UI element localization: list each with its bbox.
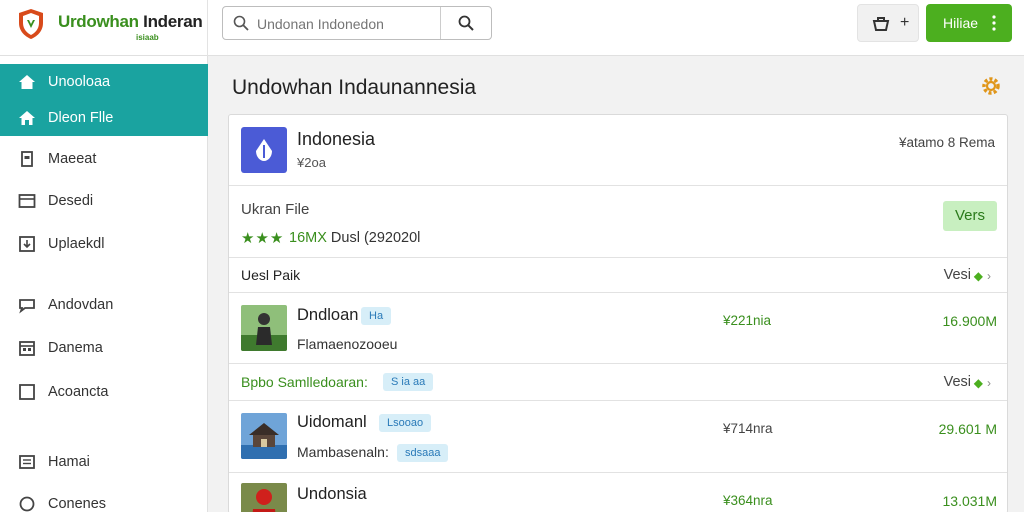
home-icon — [19, 75, 35, 89]
section-heading: Uesl Paik — [241, 267, 301, 283]
chevron-right-icon[interactable]: › — [987, 376, 995, 390]
sidebar-item-home[interactable]: Unooloaa — [0, 64, 208, 100]
item-tag: Lsooao — [379, 414, 432, 432]
chat-icon — [19, 299, 35, 314]
window-icon — [18, 194, 36, 208]
item-thumbnail[interactable] — [241, 483, 287, 512]
section-heading: Bpbo Samlledoaran: — [241, 374, 368, 390]
item-price: ¥221nia — [723, 313, 772, 328]
sidebar-item-label: Maeeat — [48, 151, 97, 167]
sidebar-item-label: Hamai — [48, 454, 90, 470]
sidebar-item-list[interactable]: Hamai — [0, 444, 208, 480]
item-size: 29.601 M — [938, 421, 997, 437]
checkbox-icon — [19, 384, 35, 400]
section-sort-label[interactable]: Vesi — [944, 374, 971, 390]
search-button[interactable] — [441, 7, 491, 39]
divider — [229, 472, 1007, 473]
sidebar-item-files[interactable]: Dleon Flle — [0, 100, 208, 136]
sidebar-item-accounts[interactable]: Acoancta — [0, 374, 208, 410]
item-name[interactable]: Undonsia — [297, 485, 367, 504]
person-image — [241, 483, 287, 512]
search-input[interactable] — [257, 13, 453, 35]
page-title: Undowhan Indaunannesia — [232, 76, 477, 99]
search-bar — [222, 6, 492, 40]
sidebar-item-contacts[interactable]: Conenes — [0, 486, 208, 512]
sort-icon[interactable]: ◆ — [974, 376, 987, 390]
item-subtitle: Mambasenaln: — [297, 444, 389, 460]
item-name[interactable]: Dndloan — [297, 306, 358, 325]
gear-icon[interactable] — [980, 75, 1002, 97]
sidebar-item-window[interactable]: Desedi — [0, 183, 208, 219]
sidebar-item-document[interactable]: Maeeat — [0, 141, 208, 177]
content-card: Indonesia ¥2oa ¥atamo 8 Rema Ukran File … — [228, 114, 1008, 512]
app-price: ¥2oa — [297, 155, 326, 170]
top-bar: Urdowhan Inderan isiaab + Hiliae — [0, 0, 1024, 56]
divider — [229, 292, 1007, 293]
sidebar-item-calendar[interactable]: Danema — [0, 330, 208, 366]
section-sort-label[interactable]: Vesi — [944, 267, 971, 283]
cart-button[interactable]: + — [857, 4, 919, 42]
sidebar-item-label: Danema — [48, 340, 103, 356]
divider — [229, 363, 1007, 364]
upload-icon — [19, 236, 35, 252]
sidebar-item-label: Dleon Flle — [48, 110, 114, 126]
app-icon — [241, 127, 287, 173]
home-outline-icon — [19, 111, 35, 125]
shield-logo-icon — [19, 9, 43, 39]
chevron-right-icon[interactable]: › — [987, 269, 995, 283]
file-title: Ukran File — [241, 201, 310, 218]
sidebar-item-label: Uplaekdl — [48, 236, 105, 252]
rating-text: 16MX Dusl (292020l — [289, 230, 421, 246]
sidebar-item-label: Acoancta — [48, 384, 109, 400]
cart-plus-label: + — [900, 14, 910, 31]
cart-icon — [872, 17, 890, 31]
house-image — [241, 413, 287, 459]
item-thumbnail[interactable] — [241, 305, 287, 351]
app-meta: ¥atamo 8 Rema — [898, 135, 995, 150]
app-title: Urdowhan Inderan — [58, 12, 203, 31]
section-controls[interactable]: ◆› — [974, 376, 995, 390]
divider — [229, 185, 1007, 186]
app-subtitle: isiaab — [136, 33, 159, 42]
sidebar-item-label: Conenes — [48, 496, 107, 512]
app-name: Indonesia — [297, 129, 376, 149]
document-icon — [21, 151, 33, 167]
star-rating: ★★★ — [241, 230, 285, 247]
item-name[interactable]: Uidomanl — [297, 413, 367, 432]
sidebar-item-label: Unooloaa — [48, 74, 111, 90]
primary-action-label: Hiliae — [943, 15, 979, 31]
sidebar-item-chat[interactable]: Andovdan — [0, 287, 208, 323]
item-tag: Ha — [361, 307, 392, 325]
search-icon — [233, 15, 249, 31]
sidebar-item-label: Desedi — [48, 193, 94, 209]
logo[interactable]: Urdowhan Inderan isiaab — [0, 0, 208, 56]
section-badge: S ia aa — [383, 373, 434, 391]
list-icon — [19, 455, 35, 469]
calendar-icon — [19, 341, 35, 356]
statue-image — [241, 305, 287, 351]
drop-icon — [256, 139, 272, 161]
circle-icon — [19, 496, 35, 512]
item-thumbnail[interactable] — [241, 413, 287, 459]
vers-button[interactable]: Vers — [943, 201, 997, 231]
section-controls[interactable]: ◆› — [974, 269, 995, 283]
divider — [229, 257, 1007, 258]
item-price: ¥364nra — [723, 493, 773, 508]
item-size: 13.031M — [942, 493, 997, 509]
sidebar-item-upload[interactable]: Uplaekdl — [0, 226, 208, 262]
item-subtag: sdsaaa — [397, 444, 449, 462]
item-price: ¥714nra — [723, 421, 773, 436]
divider — [229, 400, 1007, 401]
more-vertical-icon — [992, 15, 996, 31]
sort-icon[interactable]: ◆ — [974, 269, 987, 283]
sidebar-item-label: Andovdan — [48, 297, 114, 313]
item-subtitle: Flamaenozooeu — [297, 336, 398, 352]
search-icon — [458, 15, 474, 31]
sidebar: Unooloaa Dleon Flle Maeeat Desedi Uplaek… — [0, 56, 208, 512]
item-size: 16.900M — [942, 313, 997, 329]
primary-action-button[interactable]: Hiliae — [926, 4, 1012, 42]
